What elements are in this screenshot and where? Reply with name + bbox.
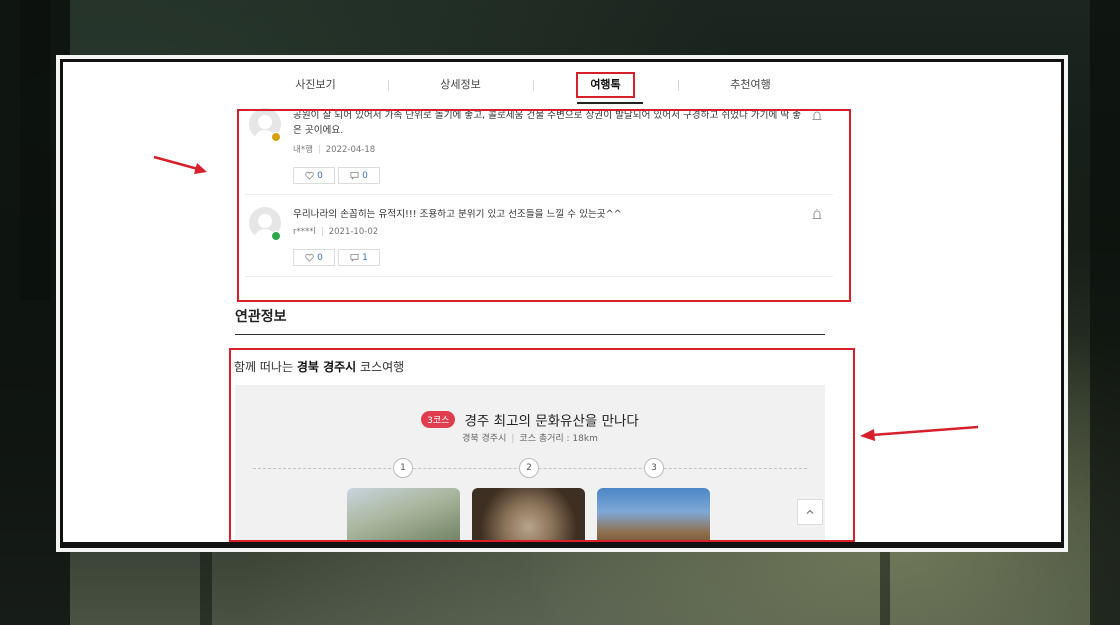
arrow-right-icon bbox=[153, 155, 207, 174]
review-highlight-box bbox=[237, 109, 851, 302]
tab-travel-talk[interactable]: 여행톡 bbox=[533, 70, 678, 100]
user-badge-icon bbox=[271, 132, 281, 142]
screenshot-frame: 사진보기 상세정보 여행톡 추천여행 공원이 잘 되어 있어서 가족 단위로 놀… bbox=[56, 55, 1068, 552]
arrow-left-icon bbox=[860, 425, 979, 441]
course-highlight-box bbox=[229, 348, 855, 542]
tab-recommended[interactable]: 추천여행 bbox=[678, 70, 823, 100]
user-badge-icon bbox=[271, 231, 281, 241]
tab-travel-talk-label: 여행톡 bbox=[576, 72, 635, 98]
tab-photos[interactable]: 사진보기 bbox=[243, 70, 388, 100]
related-info-title: 연관정보 bbox=[235, 306, 825, 335]
tab-details[interactable]: 상세정보 bbox=[388, 70, 533, 100]
page-content: 사진보기 상세정보 여행톡 추천여행 공원이 잘 되어 있어서 가족 단위로 놀… bbox=[60, 59, 1064, 548]
tab-bar: 사진보기 상세정보 여행톡 추천여행 bbox=[243, 70, 823, 100]
